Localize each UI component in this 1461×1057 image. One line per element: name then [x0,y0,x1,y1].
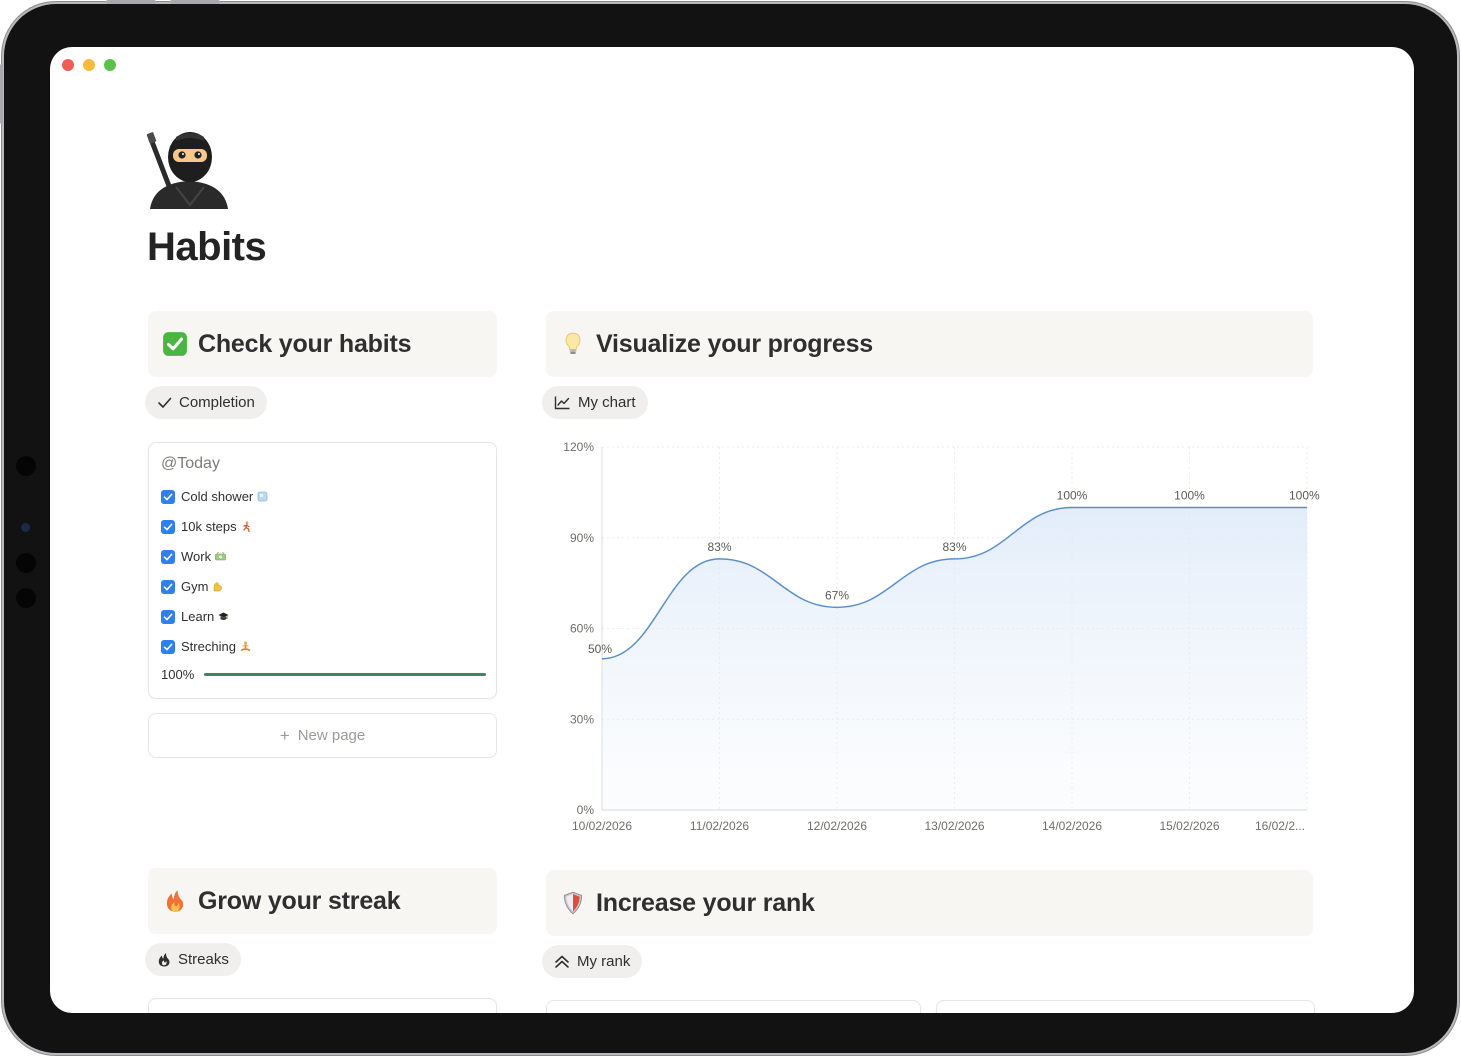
my-rank-view-tab[interactable]: My rank [542,945,643,978]
sensor-dot [16,456,36,476]
data-label: 83% [707,540,731,554]
app-window: Habits Check your habits Completion @Tod… [50,47,1414,1013]
y-tick-label: 0% [577,803,595,817]
light-bulb-icon [565,332,581,354]
habit-label: Learn [181,609,215,624]
habit-label: Gym [181,579,209,594]
today-habit-card[interactable]: @Today Cold shower 10k steps Work Gym Le… [148,442,497,699]
camera-lens [21,523,30,532]
habit-item[interactable]: Gym [161,579,223,594]
section-title: Increase your rank [596,888,815,917]
x-tick-label: 15/02/2026 [1159,819,1219,833]
ninja-icon[interactable] [146,127,232,209]
data-label: 50% [588,642,612,656]
fire-icon [166,890,184,912]
shield-icon [563,891,583,915]
habit-label: Cold shower [181,489,254,504]
x-tick-label: 10/02/2026 [572,819,632,833]
habit-label: 10k steps [181,519,237,534]
power-button [170,0,220,4]
habits-section-header: Check your habits [148,311,497,377]
page-title: Habits [147,225,267,269]
x-tick-label: 13/02/2026 [924,819,984,833]
section-title: Check your habits [198,329,412,358]
progress-area-chart: 0% 30% 60% 90% 120% 10/02/2026 11/02/2026 12/02… [563,440,1320,833]
graduation-cap-icon [218,612,229,620]
line-chart-icon [554,396,570,410]
x-tick-label: 12/02/2026 [807,819,867,833]
x-tick-label: 16/02/2... [1255,819,1305,833]
yoga-icon [240,641,251,652]
ice-icon [257,491,268,502]
x-tick-label: 11/02/2026 [690,819,749,833]
checkbox[interactable] [161,579,175,594]
view-tab-label: My rank [577,953,631,970]
checkbox[interactable] [161,609,175,624]
habit-label: Streching [181,639,236,654]
data-label: 83% [942,540,966,554]
money-icon [215,551,226,561]
habit-item[interactable]: Learn [161,609,229,624]
checkbox[interactable] [161,489,175,504]
flame-icon [158,953,170,967]
data-label: 100% [1289,489,1320,503]
completion-view-tab[interactable]: Completion [145,386,267,419]
progress-section-header: Visualize your progress [546,311,1313,377]
habit-label: Work [181,549,212,564]
checkmark-icon [158,397,172,408]
zoom-window-button[interactable] [104,59,116,71]
volume-button [106,0,156,4]
checkbox[interactable] [161,639,175,654]
streaks-view-tab[interactable]: Streaks [145,943,241,976]
y-tick-label: 30% [570,712,594,726]
habit-item[interactable]: Streching [161,639,251,654]
streak-section-header: Grow your streak [148,868,497,934]
new-page-label: New page [297,727,366,744]
plus-icon: + [279,725,290,745]
progress-bar-fill [204,673,486,676]
checkbox[interactable] [161,519,175,534]
rank-card[interactable] [546,1000,921,1013]
section-title: Visualize your progress [596,329,873,358]
minimize-window-button[interactable] [83,59,95,71]
data-label: 67% [825,588,849,602]
date-mention[interactable]: @Today [161,455,220,473]
my-chart-view-tab[interactable]: My chart [542,386,648,419]
double-chevron-up-icon [555,955,569,968]
progress-percent: 100% [161,667,195,682]
view-tab-label: Completion [179,394,255,411]
y-tick-label: 60% [570,622,594,636]
check-mark-button-icon [163,332,187,356]
close-window-button[interactable] [62,59,74,71]
view-tab-label: My chart [578,394,636,411]
sensor-dot [16,553,36,573]
habit-item[interactable]: 10k steps [161,519,252,534]
new-page-button[interactable]: + New page [148,713,497,758]
data-label: 100% [1174,489,1205,503]
habit-item[interactable]: Work [161,549,226,564]
habit-item[interactable]: Cold shower [161,489,268,504]
checkbox[interactable] [161,549,175,564]
y-tick-label: 120% [563,440,594,454]
streak-card[interactable] [148,998,497,1013]
view-tab-label: Streaks [178,951,229,968]
sensor-dot [16,588,36,608]
rank-section-header: Increase your rank [546,870,1313,936]
data-label: 100% [1057,489,1088,503]
progress-bar [204,673,486,676]
section-title: Grow your streak [198,886,401,915]
runner-icon [243,521,250,532]
side-button [0,64,3,124]
y-tick-label: 90% [570,531,594,545]
rank-card[interactable] [936,1000,1315,1013]
x-tick-label: 14/02/2026 [1042,819,1102,833]
muscle-icon [214,582,223,592]
